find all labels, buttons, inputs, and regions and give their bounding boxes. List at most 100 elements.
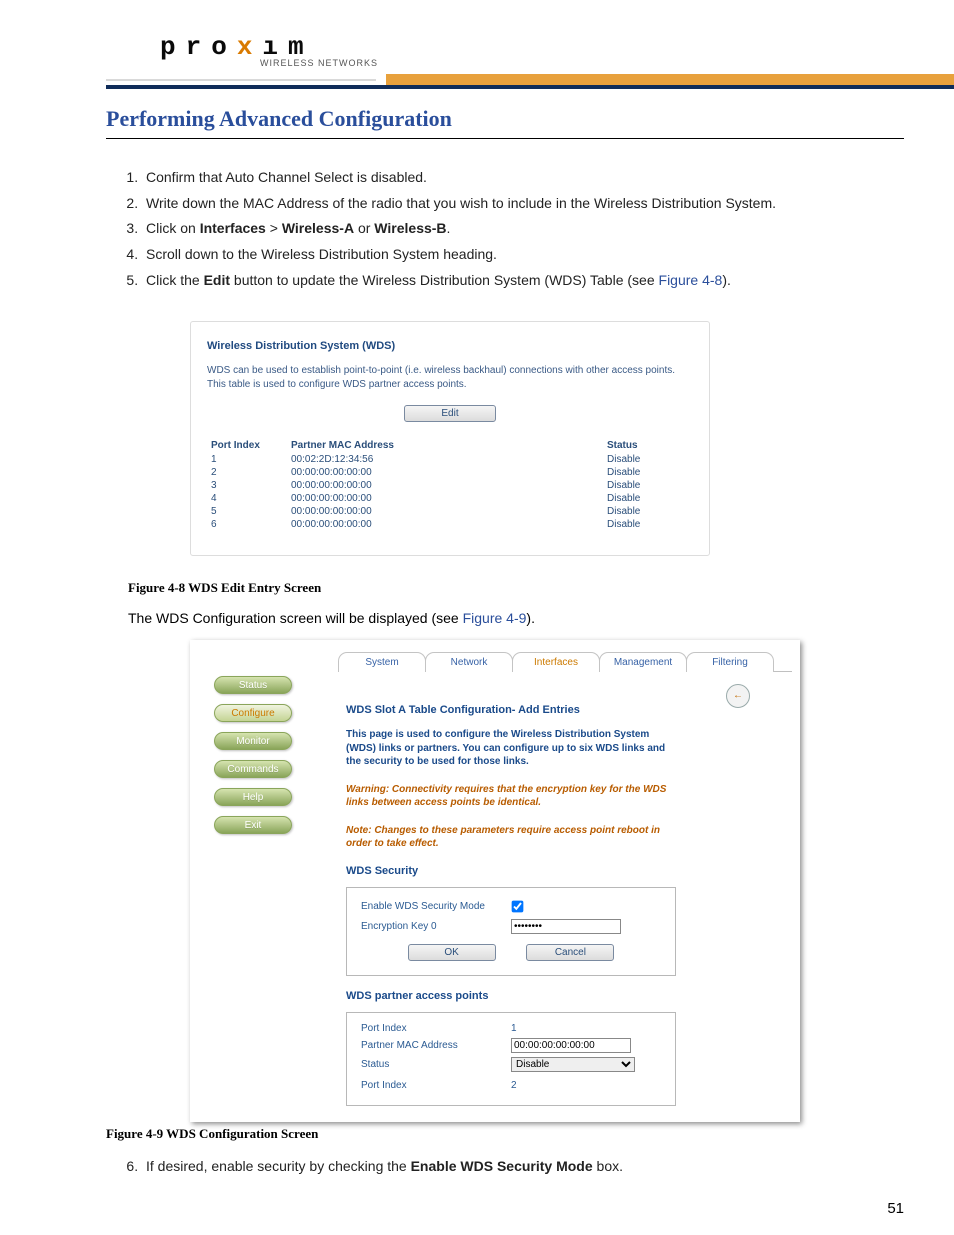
tab-system[interactable]: System	[338, 652, 426, 672]
encryption-key-field[interactable]	[511, 919, 621, 934]
tab-filtering[interactable]: Filtering	[686, 652, 774, 672]
main-pane: WDS Slot A Table Configuration- Add Entr…	[346, 704, 788, 1122]
col-mac: Partner MAC Address	[287, 438, 603, 453]
wds-description: WDS can be used to establish point-to-po…	[207, 364, 693, 391]
col-status: Status	[603, 438, 693, 453]
body1-figref[interactable]: Figure 4-9	[463, 610, 527, 626]
steps-list-cont: If desired, enable security by checking …	[142, 1156, 904, 1178]
step-6-bold: Enable WDS Security Mode	[411, 1158, 593, 1174]
cell-port: 3	[207, 479, 287, 492]
cell-status: Disable	[603, 453, 693, 466]
table-row: 500:00:00:00:00:00Disable	[207, 505, 693, 518]
step-3-pre: Click on	[146, 220, 200, 236]
step-4-text: Scroll down to the Wireless Distribution…	[146, 246, 497, 262]
figure-4-9: System Network Interfaces Management Fil…	[190, 640, 800, 1122]
main-heading: WDS Slot A Table Configuration- Add Entr…	[346, 704, 788, 716]
figure-4-8-caption: Figure 4-8 WDS Edit Entry Screen	[128, 580, 904, 596]
tab-bar: System Network Interfaces Management Fil…	[338, 652, 792, 672]
step-5-post: ).	[722, 272, 731, 288]
tab-management[interactable]: Management	[599, 652, 687, 672]
cell-mac: 00:02:2D:12:34:56	[287, 453, 603, 466]
cell-status: Disable	[603, 518, 693, 531]
ok-button[interactable]: OK	[408, 944, 496, 961]
cell-mac: 00:00:00:00:00:00	[287, 518, 603, 531]
step-3-sep: >	[266, 220, 282, 236]
header-band	[106, 74, 954, 86]
tab-network[interactable]: Network	[425, 652, 513, 672]
logo: proxım WIRELESS NETWORKS	[160, 32, 378, 68]
cell-status: Disable	[603, 466, 693, 479]
partner-ap-box: Port Index1 Partner MAC Address StatusDi…	[346, 1012, 676, 1106]
arrow-left-icon: ←	[733, 690, 743, 701]
step-6-post: box.	[593, 1158, 623, 1174]
cell-status: Disable	[603, 492, 693, 505]
note-text: Note: Changes to these parameters requir…	[346, 824, 676, 851]
encryption-key-label: Encryption Key 0	[361, 921, 511, 932]
step-5-mid: button to update the Wireless Distributi…	[230, 272, 658, 288]
cell-port: 5	[207, 505, 287, 518]
port-index-label: Port Index	[361, 1023, 511, 1034]
wds-table: Port Index Partner MAC Address Status 10…	[207, 438, 693, 531]
wds-security-heading: WDS Security	[346, 865, 788, 877]
edit-button[interactable]: Edit	[404, 405, 496, 422]
step-6-pre: If desired, enable security by checking …	[146, 1158, 411, 1174]
step-1: Confirm that Auto Channel Select is disa…	[142, 167, 904, 189]
sidebar-item-help[interactable]: Help	[214, 788, 292, 806]
status-label: Status	[361, 1059, 511, 1070]
body1-post: ).	[526, 610, 535, 626]
section-title: Performing Advanced Configuration	[106, 106, 904, 139]
table-row: 100:02:2D:12:34:56Disable	[207, 453, 693, 466]
enable-security-label: Enable WDS Security Mode	[361, 901, 511, 912]
port-index-value-1: 1	[511, 1023, 517, 1034]
cell-mac: 00:00:00:00:00:00	[287, 479, 603, 492]
sidebar-item-monitor[interactable]: Monitor	[214, 732, 292, 750]
cell-mac: 00:00:00:00:00:00	[287, 466, 603, 479]
port-index-label-2: Port Index	[361, 1080, 511, 1091]
security-box: Enable WDS Security Mode Encryption Key …	[346, 887, 676, 976]
cell-mac: 00:00:00:00:00:00	[287, 492, 603, 505]
status-select[interactable]: Disable	[511, 1057, 635, 1072]
body1-pre: The WDS Configuration screen will be dis…	[128, 610, 463, 626]
cell-port: 1	[207, 453, 287, 466]
table-row: 400:00:00:00:00:00Disable	[207, 492, 693, 505]
step-1-text: Confirm that Auto Channel Select is disa…	[146, 169, 427, 185]
cell-port: 2	[207, 466, 287, 479]
page-number: 51	[887, 1200, 904, 1217]
figure-4-8: Wireless Distribution System (WDS) WDS c…	[190, 321, 710, 556]
step-3-or: or	[354, 220, 374, 236]
sidebar-item-status[interactable]: Status	[214, 676, 292, 694]
sidebar-item-configure[interactable]: Configure	[214, 704, 292, 722]
table-row: 600:00:00:00:00:00Disable	[207, 518, 693, 531]
table-header-row: Port Index Partner MAC Address Status	[207, 438, 693, 453]
step-2-text: Write down the MAC Address of the radio …	[146, 195, 776, 211]
step-5-figref[interactable]: Figure 4-8	[659, 272, 723, 288]
table-row: 300:00:00:00:00:00Disable	[207, 479, 693, 492]
step-3-wireless-a: Wireless-A	[282, 220, 354, 236]
step-5: Click the Edit button to update the Wire…	[142, 270, 904, 292]
cell-status: Disable	[603, 505, 693, 518]
sidebar: Status Configure Monitor Commands Help E…	[190, 640, 328, 1122]
brand-pre: pro	[160, 32, 237, 62]
sidebar-item-exit[interactable]: Exit	[214, 816, 292, 834]
table-row: 200:00:00:00:00:00Disable	[207, 466, 693, 479]
enable-security-checkbox[interactable]	[512, 901, 524, 913]
intro-text: This page is used to configure the Wirel…	[346, 728, 676, 769]
step-5-pre: Click the	[146, 272, 204, 288]
partner-ap-heading: WDS partner access points	[346, 990, 788, 1002]
figure-4-9-caption: Figure 4-9 WDS Configuration Screen	[106, 1126, 904, 1142]
step-3: Click on Interfaces > Wireless-A or Wire…	[142, 218, 904, 240]
cell-status: Disable	[603, 479, 693, 492]
brand-x-glyph: x	[237, 32, 263, 62]
step-3-interfaces: Interfaces	[200, 220, 266, 236]
sidebar-item-commands[interactable]: Commands	[214, 760, 292, 778]
tab-interfaces[interactable]: Interfaces	[512, 652, 600, 672]
step-2: Write down the MAC Address of the radio …	[142, 193, 904, 215]
step-5-edit: Edit	[204, 272, 230, 288]
col-port-index: Port Index	[207, 438, 287, 453]
cancel-button[interactable]: Cancel	[526, 944, 614, 961]
cell-mac: 00:00:00:00:00:00	[287, 505, 603, 518]
step-4: Scroll down to the Wireless Distribution…	[142, 244, 904, 266]
partner-mac-label: Partner MAC Address	[361, 1040, 511, 1051]
port-index-value-2: 2	[511, 1080, 517, 1091]
partner-mac-field[interactable]	[511, 1038, 631, 1053]
